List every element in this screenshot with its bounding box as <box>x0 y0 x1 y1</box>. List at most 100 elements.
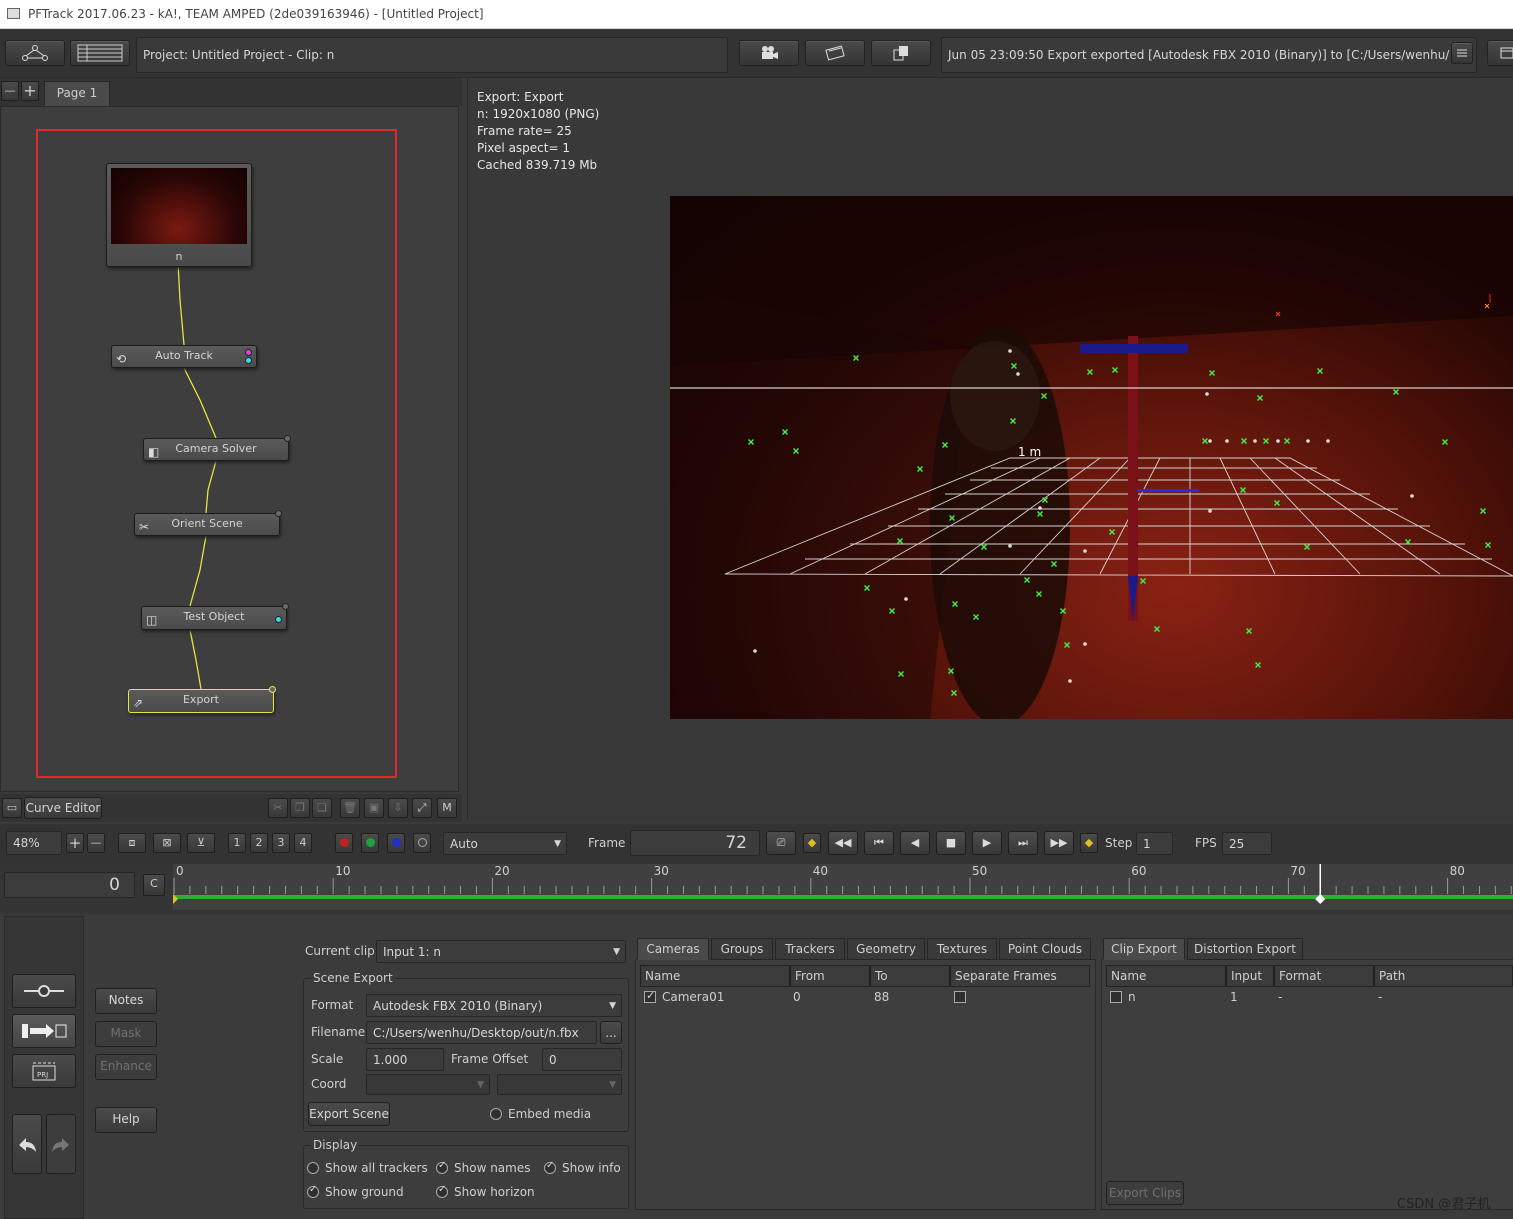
m-button[interactable]: M <box>437 798 457 818</box>
tripod-icon[interactable]: ⊻ <box>187 833 215 853</box>
output-port[interactable] <box>245 349 252 356</box>
blue-channel-button[interactable] <box>387 833 405 853</box>
output-port[interactable] <box>245 357 252 364</box>
camera-solver-node[interactable]: ◧ Camera Solver <box>143 435 291 461</box>
tracking-tool-button[interactable] <box>12 974 76 1008</box>
orient-scene-node[interactable]: ✂ Orient Scene <box>134 510 282 536</box>
timeline-ruler[interactable]: 0 10 20 30 40 50 60 70 80 <box>173 864 1513 910</box>
output-port[interactable] <box>275 616 282 623</box>
timeline-start-field[interactable]: 0 <box>4 872 135 898</box>
tab-trackers[interactable]: Trackers <box>775 938 845 960</box>
column-header-separate-frames[interactable]: Separate Frames <box>950 965 1090 987</box>
column-header-to[interactable]: To <box>870 965 950 987</box>
monitor-icon[interactable]: ▭ <box>2 798 22 818</box>
tab-geometry[interactable]: Geometry <box>847 938 925 960</box>
copy-icon[interactable]: ❐ <box>290 798 310 818</box>
view-4-button[interactable]: 4 <box>294 833 312 853</box>
fast-forward-icon[interactable]: ▶▶ <box>1044 831 1074 855</box>
tab-point-clouds[interactable]: Point Clouds <box>999 938 1091 960</box>
clip-enabled-checkbox[interactable] <box>1110 991 1122 1003</box>
red-channel-button[interactable] <box>335 833 353 853</box>
export-clips-button[interactable]: Export Clips <box>1106 1181 1184 1205</box>
mask-button[interactable]: Mask <box>95 1021 157 1047</box>
stop-icon[interactable]: ■ <box>936 831 966 855</box>
output-port[interactable] <box>282 603 289 610</box>
zoom-out-button[interactable]: — <box>87 833 105 853</box>
alpha-channel-button[interactable] <box>413 833 431 853</box>
browse-button[interactable]: ... <box>600 1021 622 1044</box>
column-header-name[interactable]: Name <box>640 965 790 987</box>
zoom-field[interactable]: 48% <box>6 831 62 855</box>
camera-button[interactable] <box>739 40 799 66</box>
scale-field[interactable]: 1.000 <box>366 1048 444 1071</box>
fit-view-icon[interactable]: ⤢ <box>412 798 432 818</box>
coord-select-2[interactable]: ▼ <box>497 1074 622 1095</box>
help-button[interactable]: Help <box>95 1107 157 1133</box>
column-header-from[interactable]: From <box>790 965 870 987</box>
separate-frames-checkbox[interactable] <box>954 991 966 1003</box>
show-ground-checkbox[interactable] <box>307 1184 319 1198</box>
show-horizon-checkbox[interactable] <box>436 1184 448 1198</box>
loop-icon[interactable]: ⎚ <box>766 831 796 855</box>
column-header-name[interactable]: Name <box>1106 965 1226 987</box>
curve-editor-button[interactable]: Curve Editor <box>24 797 102 819</box>
frame-field[interactable]: 72 <box>630 830 760 856</box>
show-info-checkbox[interactable] <box>544 1160 556 1174</box>
previous-key-icon[interactable]: ⏮ <box>864 831 894 855</box>
rewind-icon[interactable]: ◀◀ <box>828 831 858 855</box>
zoom-in-button[interactable]: + <box>66 833 84 853</box>
clip-node[interactable]: n <box>106 163 252 267</box>
duplicate-icon[interactable]: ❏ <box>312 798 332 818</box>
set-out-icon[interactable]: ◆ <box>1080 833 1098 853</box>
project-tool-button[interactable]: PRJ <box>12 1054 76 1088</box>
cut-icon[interactable]: ✂ <box>268 798 288 818</box>
output-port[interactable] <box>275 510 282 517</box>
fps-field[interactable]: 25 <box>1222 832 1272 855</box>
delete-icon[interactable]: 🗑 <box>340 798 360 818</box>
log-button[interactable] <box>1451 42 1473 64</box>
coord-select-1[interactable]: ▼ <box>366 1074 490 1095</box>
mode-select[interactable]: Auto ▼ <box>443 832 567 855</box>
show-all-trackers-checkbox[interactable] <box>307 1162 319 1174</box>
tab-cameras[interactable]: Cameras <box>637 938 709 960</box>
set-in-icon[interactable]: ◆ <box>803 833 821 853</box>
camera-enabled-checkbox[interactable] <box>644 989 656 1003</box>
notes-button[interactable]: Notes <box>95 988 157 1014</box>
viewer-frame[interactable]: 1 m <box>670 196 1513 719</box>
tab-distortion-export[interactable]: Distortion Export <box>1187 938 1303 960</box>
table-row[interactable]: n 1 - - <box>1106 988 1513 1006</box>
tab-clip-export[interactable]: Clip Export <box>1103 938 1185 960</box>
tab-groups[interactable]: Groups <box>711 938 773 960</box>
step-back-icon[interactable]: ◀ <box>900 831 930 855</box>
embed-media-checkbox[interactable] <box>490 1108 502 1120</box>
fit-frame-icon[interactable]: ⧈ <box>118 833 146 853</box>
column-header-input[interactable]: Input <box>1226 965 1274 987</box>
output-port[interactable] <box>284 435 291 442</box>
show-names-checkbox[interactable] <box>436 1160 448 1174</box>
step-field[interactable]: 1 <box>1136 832 1173 855</box>
tab-textures[interactable]: Textures <box>927 938 997 960</box>
redo-button[interactable] <box>46 1114 76 1174</box>
frame-offset-field[interactable]: 0 <box>542 1048 622 1071</box>
c-button[interactable]: C <box>143 874 165 896</box>
column-header-format[interactable]: Format <box>1274 965 1374 987</box>
copy-button[interactable] <box>871 40 931 66</box>
output-port[interactable] <box>269 686 276 693</box>
view-1-button[interactable]: 1 <box>228 833 246 853</box>
green-channel-button[interactable] <box>361 833 379 853</box>
clip-button[interactable] <box>805 40 865 66</box>
view-3-button[interactable]: 3 <box>272 833 290 853</box>
import-icon[interactable]: ⇩ <box>388 798 408 818</box>
group-icon[interactable]: ▣ <box>364 798 384 818</box>
enhance-button[interactable]: Enhance <box>95 1054 157 1080</box>
export-scene-button[interactable]: Export Scene <box>308 1102 390 1126</box>
panel-layout-button[interactable] <box>1487 40 1513 66</box>
camera-view-icon[interactable]: ⊠ <box>153 833 181 853</box>
current-clip-select[interactable]: Input 1: n ▼ <box>376 940 626 963</box>
column-header-path[interactable]: Path <box>1374 965 1513 987</box>
test-object-node[interactable]: ◫ Test Object <box>141 603 289 630</box>
undo-button[interactable] <box>12 1114 42 1174</box>
auto-track-node[interactable]: ⟲ Auto Track <box>111 345 257 368</box>
export-node[interactable]: ⇗ Export <box>128 686 276 713</box>
format-select[interactable]: Autodesk FBX 2010 (Binary) ▼ <box>366 994 622 1017</box>
